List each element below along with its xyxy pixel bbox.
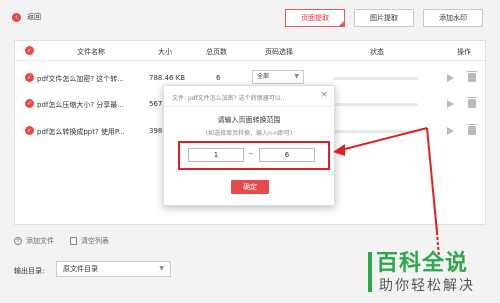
- output-dir-value: 原文件目录: [63, 265, 98, 273]
- confirm-button[interactable]: 确定: [231, 180, 269, 194]
- watermark-logo: 百科全说 助你轻松解决: [366, 245, 496, 297]
- trash-icon[interactable]: [467, 71, 477, 82]
- row-check-icon[interactable]: ✓: [25, 73, 34, 82]
- chevron-down-icon: ▼: [294, 73, 299, 80]
- output-dir-select[interactable]: 原文件目录 ▼: [56, 261, 171, 277]
- clear-list-button[interactable]: 清空列表: [70, 236, 109, 246]
- active-corner-icon: [338, 20, 345, 27]
- play-icon[interactable]: [447, 100, 454, 108]
- output-dir-label: 输出目录:: [14, 267, 45, 275]
- col-actions: 操作: [457, 48, 471, 56]
- top-toolbar: ‹ 返回 页面提取 图片提取 添加水印: [0, 0, 500, 36]
- row-check-icon[interactable]: ✓: [25, 126, 34, 135]
- row-size: 788.46 KB: [149, 74, 186, 82]
- col-filename: 文件名称: [77, 48, 105, 56]
- progress-bar: [333, 77, 418, 80]
- page-extract-label: 页面提取: [301, 14, 329, 22]
- play-icon[interactable]: [447, 127, 454, 135]
- row-filename: pdf怎么压缩大小? 分享最...: [37, 101, 124, 109]
- select-all-check-icon[interactable]: ✓: [25, 46, 34, 55]
- play-icon[interactable]: [447, 74, 454, 82]
- col-status: 状态: [370, 48, 384, 56]
- dialog-hint: (如选择单页转换，输入n-n即可): [205, 130, 293, 137]
- plus-icon: +: [14, 237, 22, 245]
- add-watermark-button[interactable]: 添加水印: [423, 9, 483, 27]
- trash-outline-icon: [70, 237, 77, 245]
- dialog-prompt: 请输入页面转换范围: [217, 116, 281, 124]
- table-header: ✓ 文件名称 大小 总页数 页码选择 状态 操作: [15, 41, 485, 61]
- back-arrow-icon: ‹: [12, 12, 21, 22]
- row-filename: pdf文件怎么加密? 这个转...: [37, 75, 124, 83]
- row-check-icon[interactable]: ✓: [25, 99, 34, 108]
- back-label: 返回: [27, 13, 41, 21]
- back-button[interactable]: ‹ 返回: [12, 12, 41, 22]
- trash-icon[interactable]: [467, 124, 477, 135]
- row-page-select[interactable]: 全部 ▼: [252, 70, 304, 84]
- chevron-down-icon: ▼: [159, 265, 164, 272]
- annotation-highlight-box: [178, 141, 330, 170]
- trash-icon[interactable]: [467, 97, 477, 108]
- col-size: 大小: [158, 48, 172, 56]
- image-extract-label: 图片提取: [370, 14, 398, 22]
- progress-bar: [333, 103, 418, 106]
- progress-bar: [333, 130, 418, 133]
- app-window: ‹ 返回 页面提取 图片提取 添加水印 ✓ 文件名称 大小 总页数 页码选择 状…: [0, 0, 500, 303]
- page-extract-button[interactable]: 页面提取: [285, 9, 345, 27]
- watermark-title: 百科全说: [376, 251, 469, 276]
- add-file-button[interactable]: + 添加文件: [14, 236, 54, 246]
- row-pages: 6: [216, 74, 221, 82]
- clear-list-label: 清空列表: [81, 237, 109, 245]
- col-pages: 总页数: [206, 48, 227, 56]
- col-page-select: 页码选择: [265, 48, 293, 56]
- row-filename: pdf怎么转换成ppt? 使用P...: [37, 128, 125, 136]
- dialog-title: 文件: pdf文件怎么加密? 这个转换器可以...: [172, 95, 287, 102]
- page-select-value: 全部: [257, 73, 270, 80]
- image-extract-button[interactable]: 图片提取: [354, 9, 414, 27]
- add-watermark-label: 添加水印: [439, 14, 467, 22]
- add-file-label: 添加文件: [26, 237, 54, 245]
- watermark-bar: [368, 252, 372, 292]
- watermark-subtitle: 助你轻松解决: [379, 278, 475, 294]
- close-icon[interactable]: ×: [320, 90, 328, 100]
- dialog-divider: [164, 106, 334, 107]
